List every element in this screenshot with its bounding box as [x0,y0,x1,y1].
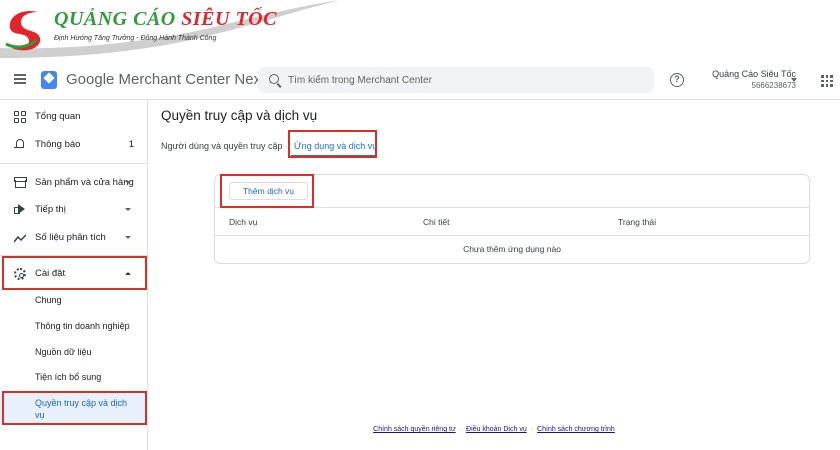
sidebar-item-label: Số liệu phân tích [35,232,106,243]
bell-icon [14,139,26,151]
sidebar-item-label: Thông báo [35,139,81,150]
search-input[interactable] [288,71,638,89]
sidebar-item-products[interactable]: Sản phẩm và cửa hàng [0,170,148,196]
help-icon[interactable]: ? [670,73,684,87]
sidebar-subitem-business-info[interactable]: Thông tin doanh nghiệp [0,315,148,339]
sidebar-subitem-label: Thông tin doanh nghiệp [35,321,130,331]
sidebar-item-overview[interactable]: Tổng quan [0,104,148,130]
brand-tagline: Định Hướng Tăng Trưởng - Đồng Hành Thành… [54,35,217,42]
sidebar-item-analytics[interactable]: Số liệu phân tích [0,225,148,251]
tab-bar: Người dùng và quyền truy cập Ứng dụng và… [148,134,840,158]
chevron-down-icon [125,208,131,211]
page-title: Quyền truy cập và dịch vụ [161,108,318,123]
app-title[interactable]: Google Merchant Center Next [66,71,265,88]
chevron-down-icon[interactable] [791,78,797,82]
chevron-down-icon [125,236,131,239]
sidebar-item-label: Tổng quan [35,111,81,122]
sidebar-item-notifications[interactable]: Thông báo 1 [0,132,148,158]
highlight-box-add-service [220,174,314,208]
page: QUẢNG CÁO SIÊU TỐC Định Hướng Tăng Trưởn… [0,0,840,450]
account-switcher[interactable]: Quảng Cáo Siêu Tốc 5666238673 [696,69,796,90]
account-name: Quảng Cáo Siêu Tốc [712,69,796,79]
privacy-policy-link[interactable]: Chính sách quyền riêng tư [373,426,456,433]
column-header-details: Chi tiết [423,217,450,227]
column-header-service: Dịch vụ [229,217,258,227]
trending-icon [14,234,26,243]
sidebar-item-label: Sản phẩm và cửa hàng [35,177,134,188]
search-icon [269,74,279,84]
highlight-box-access-services [2,391,147,425]
sidebar-divider [0,163,148,164]
brand-watermark: QUẢNG CÁO SIÊU TỐC Định Hướng Tăng Trưởn… [0,0,340,62]
dashboard-icon [14,111,26,123]
sidebar-subitem-label: Nguồn dữ liệu [35,347,92,357]
menu-icon[interactable] [14,74,26,84]
top-app-bar: Google Merchant Center Next ? Quảng Cáo … [0,60,840,100]
megaphone-icon [14,204,26,216]
empty-state-message: Chưa thêm ứng dụng nào [463,244,561,254]
storefront-icon [14,177,27,189]
sidebar-subitem-general[interactable]: Chung [0,289,148,313]
sidebar-subitem-data-sources[interactable]: Nguồn dữ liệu [0,341,148,365]
sidebar-item-marketing[interactable]: Tiếp thị [0,197,148,223]
main-content: Quyền truy cập và dịch vụ Người dùng và … [148,100,840,450]
tab-users-access[interactable]: Người dùng và quyền truy cập [161,141,283,151]
card-divider [215,235,809,236]
terms-of-service-link[interactable]: Điều khoản Dịch vụ [466,426,527,433]
program-policies-link[interactable]: Chính sách chương trình [537,426,615,433]
brand-name: QUẢNG CÁO SIÊU TỐC [54,8,277,30]
chevron-down-icon [125,181,131,184]
highlight-box-apps-tab [288,130,377,158]
search-bar[interactable] [258,67,654,93]
footer-separator: · [530,426,534,433]
highlight-box-settings [2,256,147,290]
sidebar-item-label: Tiếp thị [35,204,66,215]
merchant-center-logo-icon[interactable] [41,71,57,89]
footer-separator: · [459,426,463,433]
column-header-status: Trạng thái [618,217,656,227]
sidebar-subitem-add-ons[interactable]: Tiện ích bổ sung [0,366,148,390]
sidebar-subitem-label: Chung [35,295,62,305]
footer-links: Chính sách quyền riêng tư · Điều khoản Dịc… [148,426,840,433]
notification-count: 1 [128,139,134,150]
apps-grid-icon[interactable] [821,75,833,87]
sidebar-subitem-label: Tiện ích bổ sung [35,372,102,382]
account-id: 5666238673 [751,81,797,90]
